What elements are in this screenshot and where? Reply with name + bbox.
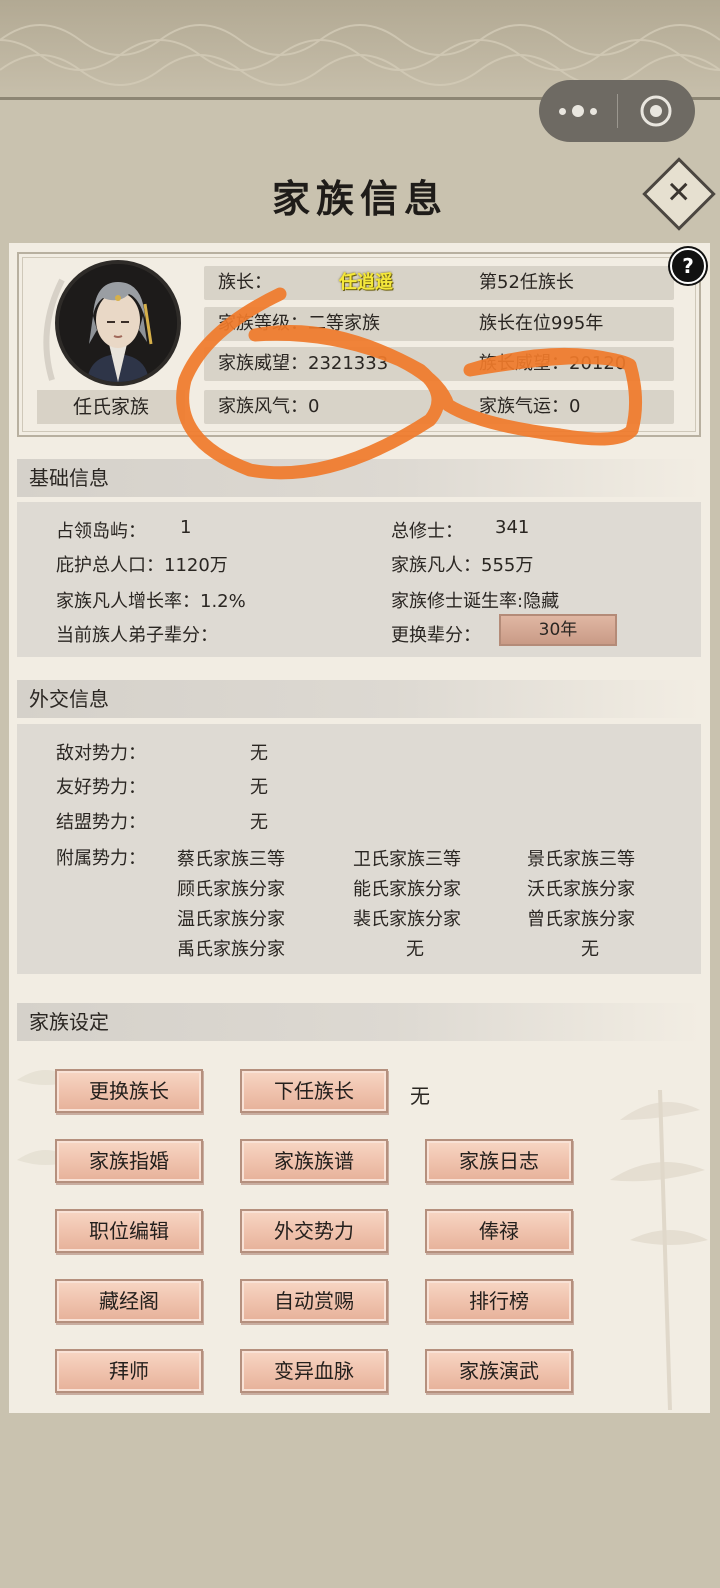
- vassal-item[interactable]: 温氏家族分家: [177, 905, 285, 931]
- islands-label: 占领岛屿：: [56, 521, 146, 542]
- next-leader-button[interactable]: 下任族长: [240, 1069, 388, 1113]
- family-level: 家族等级：二等家族: [218, 313, 380, 334]
- auto-reward-button[interactable]: 自动赏赐: [240, 1279, 388, 1323]
- ink-splash: [43, 278, 65, 381]
- section-settings-header: 家族设定: [17, 1003, 701, 1041]
- close-icon: ✕: [666, 175, 692, 211]
- allied-label: 结盟势力：: [56, 812, 146, 833]
- friendly-label: 友好势力：: [56, 777, 146, 798]
- level-row: 家族等级：二等家族 族长在位995年: [204, 307, 674, 341]
- vassal-item: 无: [581, 939, 599, 960]
- leader-label: 族长：: [218, 272, 272, 293]
- vassal-label: 附属势力：: [56, 848, 146, 869]
- change-generation-button[interactable]: 30年: [499, 614, 617, 646]
- family-martial-button[interactable]: 家族演武: [425, 1349, 573, 1393]
- more-menu-icon[interactable]: [539, 80, 617, 142]
- bamboo-decoration: [610, 1090, 708, 1410]
- leader-achievement: 族长威望：20120: [479, 353, 627, 374]
- help-button[interactable]: ?: [670, 248, 706, 284]
- page-title: 家族信息: [271, 176, 448, 221]
- islands-value: 1: [180, 517, 192, 538]
- allied-value: 无: [250, 812, 268, 833]
- hostile-label: 敌对势力：: [56, 743, 146, 764]
- vassal-item[interactable]: 景氏家族三等: [527, 845, 635, 871]
- friendly-value: 无: [250, 777, 268, 798]
- growth-rate: 家族凡人增长率：1.2%: [56, 591, 246, 612]
- mutated-bloodline-button[interactable]: 变异血脉: [240, 1349, 388, 1393]
- vassal-item: 无: [406, 939, 424, 960]
- family-prestige: 家族威望：2321333: [218, 353, 389, 374]
- family-tree-button[interactable]: 家族族谱: [240, 1139, 388, 1183]
- ranking-button[interactable]: 排行榜: [425, 1279, 573, 1323]
- position-edit-button[interactable]: 职位编辑: [55, 1209, 203, 1253]
- close-target-icon[interactable]: [618, 80, 696, 142]
- population: 庇护总人口：1120万: [56, 555, 228, 576]
- question-icon: ?: [682, 254, 694, 278]
- cultivators-value: 341: [495, 517, 530, 538]
- next-leader-value: 无: [410, 1084, 430, 1108]
- diplomacy-button[interactable]: 外交势力: [240, 1209, 388, 1253]
- leader-row: 族长： 任逍遥 第52任族长: [204, 266, 674, 300]
- vassal-item[interactable]: 卫氏家族三等: [353, 845, 461, 871]
- family-fortune: 家族气运：0: [479, 396, 581, 417]
- leader-name[interactable]: 任逍遥: [339, 266, 393, 300]
- family-name-label: 任氏家族: [37, 390, 185, 424]
- section-diplomacy-header: 外交信息: [17, 680, 701, 718]
- vassal-item[interactable]: 沃氏家族分家: [527, 875, 635, 901]
- atmosphere-row: 家族风气：0 家族气运：0: [204, 390, 674, 424]
- vassal-item[interactable]: 禹氏家族分家: [177, 935, 285, 961]
- generation-label: 当前族人弟子辈分：: [56, 625, 218, 646]
- hostile-value: 无: [250, 743, 268, 764]
- vassal-item[interactable]: 顾氏家族分家: [177, 875, 285, 901]
- leader-tenure: 族长在位995年: [479, 313, 604, 334]
- vassal-item[interactable]: 曾氏家族分家: [527, 905, 635, 931]
- prestige-row: 家族威望：2321333 族长威望：20120: [204, 347, 674, 381]
- change-leader-button[interactable]: 更换族长: [55, 1069, 203, 1113]
- family-marriage-button[interactable]: 家族指婚: [55, 1139, 203, 1183]
- vassal-item[interactable]: 蔡氏家族三等: [177, 845, 285, 871]
- change-generation-label: 更换辈分：: [391, 625, 481, 646]
- family-atmosphere: 家族风气：0: [218, 396, 320, 417]
- vassal-item[interactable]: 能氏家族分家: [353, 875, 461, 901]
- salary-button[interactable]: 俸禄: [425, 1209, 573, 1253]
- scripture-pavilion-button[interactable]: 藏经阁: [55, 1279, 203, 1323]
- cultivator-birth-rate: 家族修士诞生率:隐藏: [391, 591, 560, 612]
- family-log-button[interactable]: 家族日志: [425, 1139, 573, 1183]
- section-basic-header: 基础信息: [17, 459, 701, 497]
- miniprogram-capsule[interactable]: [539, 80, 695, 142]
- mortals: 家族凡人：555万: [391, 555, 534, 576]
- leader-order: 第52任族长: [479, 272, 574, 293]
- apprentice-button[interactable]: 拜师: [55, 1349, 203, 1393]
- leader-avatar[interactable]: [55, 260, 181, 386]
- cultivators-label: 总修士：: [391, 521, 463, 542]
- vassal-item[interactable]: 裴氏家族分家: [353, 905, 461, 931]
